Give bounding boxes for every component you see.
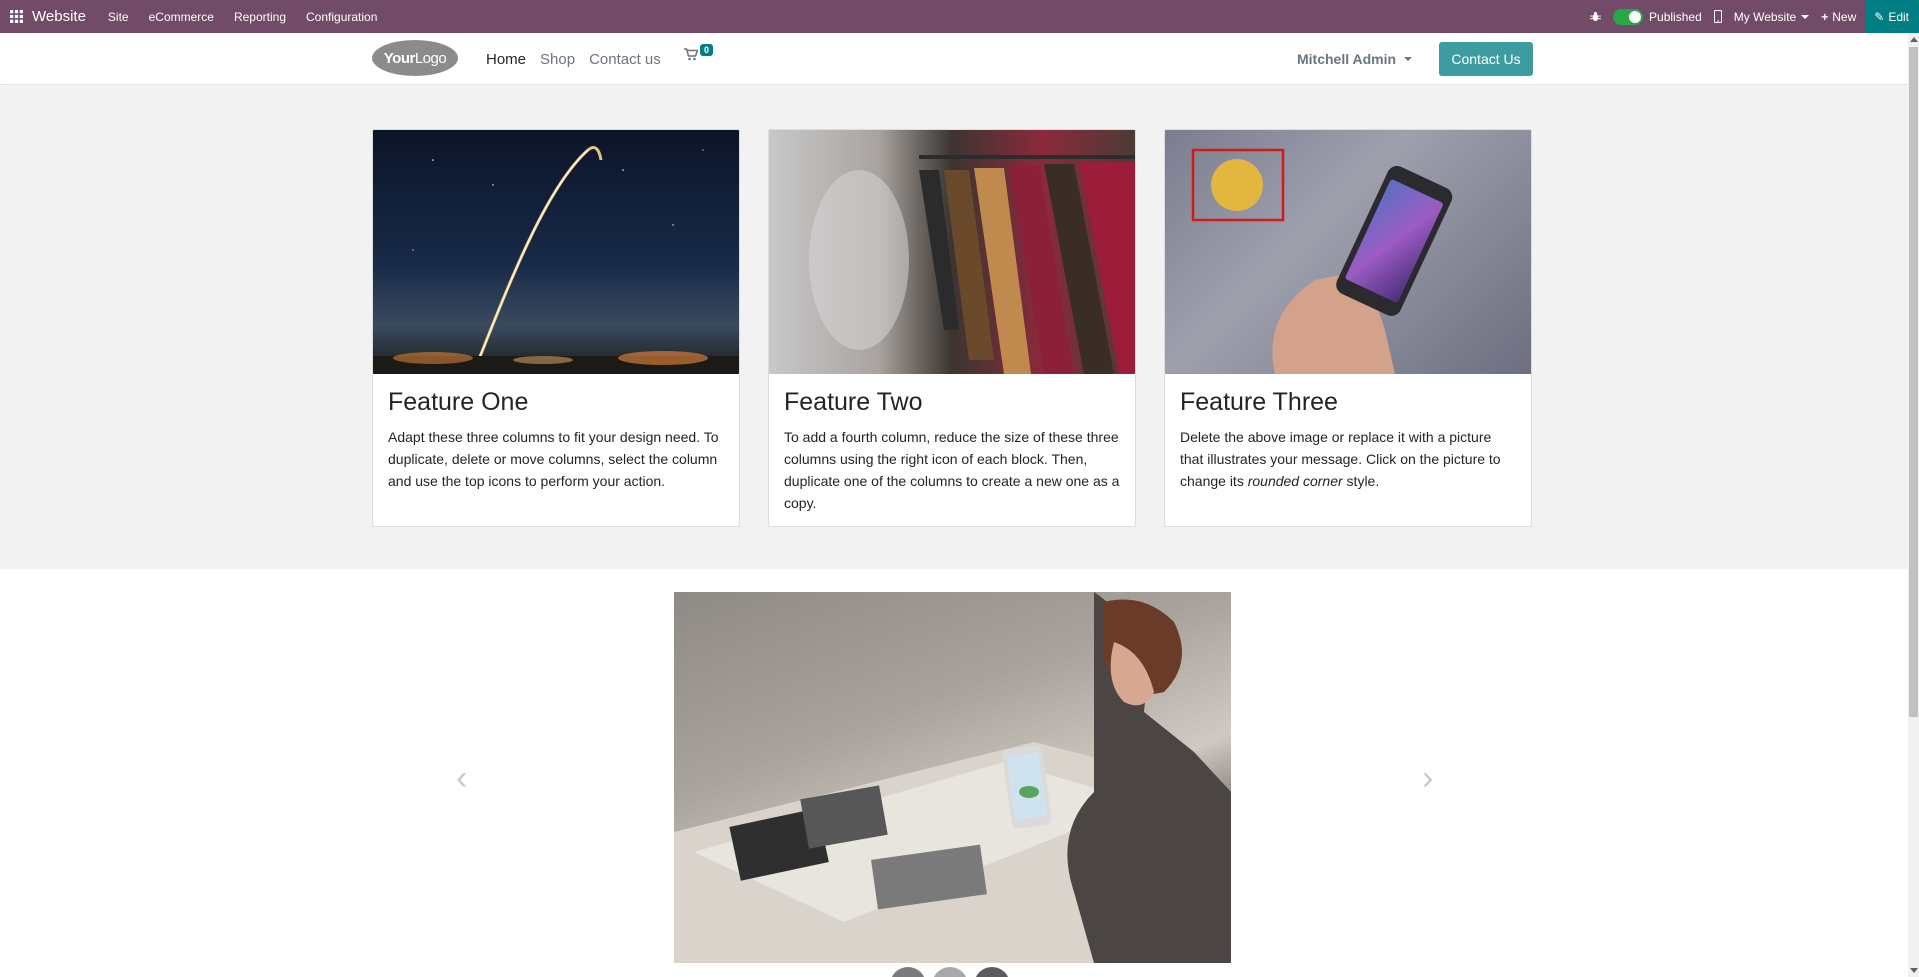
feature-three-text: Delete the above image or replace it wit…	[1180, 426, 1516, 492]
carousel-thumbnail[interactable]	[974, 967, 1010, 977]
cart-link[interactable]: 0	[684, 44, 714, 66]
menu-reporting[interactable]: Reporting	[234, 10, 286, 24]
carousel-prev-icon[interactable]: ‹	[456, 761, 467, 795]
published-label: Published	[1649, 9, 1702, 24]
plus-icon: +	[1821, 9, 1829, 24]
phone-in-hand-image[interactable]	[1165, 130, 1531, 374]
cart-icon	[684, 48, 699, 61]
menu-configuration[interactable]: Configuration	[306, 10, 377, 24]
feature-card-two[interactable]: Feature Two To add a fourth column, redu…	[768, 129, 1136, 527]
feature-two-title: Feature Two	[784, 388, 923, 416]
cart-count-badge: 0	[700, 44, 714, 56]
carousel-thumbnail[interactable]	[890, 967, 926, 977]
carousel-thumbnail[interactable]	[932, 967, 968, 977]
rocket-launch-image[interactable]	[373, 130, 739, 374]
website-switcher-label: My Website	[1733, 9, 1797, 24]
user-menu[interactable]: Mitchell Admin	[1297, 33, 1413, 85]
scrollbar-thumb[interactable]	[1909, 47, 1918, 717]
site-header: Your Logo Home Shop Contact us 0 Mitchell…	[0, 33, 1908, 85]
logo-text: Logo	[414, 49, 447, 67]
admin-toolbar: Website Site eCommerce Reporting Configu…	[0, 0, 1919, 33]
clothing-rack-image[interactable]	[769, 130, 1135, 374]
feature-three-text-end: style.	[1342, 473, 1380, 489]
edit-button[interactable]: ✎ Edit	[1866, 0, 1919, 33]
carousel-next-icon[interactable]: ›	[1422, 761, 1433, 795]
new-content-button[interactable]: + New	[1821, 10, 1856, 24]
image-gallery-section: ‹ ›	[0, 569, 1908, 977]
apps-menu-icon[interactable]	[0, 0, 32, 33]
chevron-down-icon	[1404, 57, 1413, 61]
carousel-thumbnails	[890, 967, 1010, 977]
chevron-down-icon	[1801, 14, 1810, 19]
nav-contact-us[interactable]: Contact us	[589, 51, 661, 68]
published-switch[interactable]	[1613, 8, 1644, 25]
published-toggle[interactable]: Published	[1613, 8, 1702, 25]
feature-three-title: Feature Three	[1180, 388, 1338, 416]
app-brand[interactable]: Website	[32, 8, 86, 25]
debug-bug-icon[interactable]	[1590, 11, 1602, 22]
contact-us-button[interactable]: Contact Us	[1439, 42, 1533, 76]
nav-shop[interactable]: Shop	[540, 51, 575, 68]
main-nav: Home Shop Contact us	[486, 33, 675, 85]
nav-home[interactable]: Home	[486, 51, 526, 68]
feature-one-text: Adapt these three columns to fit your de…	[388, 429, 719, 489]
feature-card-one[interactable]: Feature One Adapt these three columns to…	[372, 129, 740, 527]
pencil-icon: ✎	[1874, 9, 1885, 24]
menu-ecommerce[interactable]: eCommerce	[149, 10, 214, 24]
features-section: Feature One Adapt these three columns to…	[0, 86, 1908, 569]
feature-card-three[interactable]: Feature Three Delete the above image or …	[1164, 129, 1532, 527]
user-name: Mitchell Admin	[1297, 51, 1397, 67]
logo-text-bold: Your	[383, 49, 416, 67]
carousel-slide-image[interactable]	[674, 592, 1231, 963]
edit-label: Edit	[1888, 9, 1909, 24]
menu-site[interactable]: Site	[108, 10, 129, 24]
site-logo[interactable]: Your Logo	[372, 40, 458, 76]
scroll-up-arrow-icon[interactable]	[1910, 37, 1918, 42]
feature-three-text-emphasis: rounded corner	[1247, 473, 1343, 489]
feature-two-text: To add a fourth column, reduce the size …	[784, 429, 1120, 511]
page-scrollbar[interactable]	[1908, 33, 1919, 977]
website-switcher[interactable]: My Website	[1733, 9, 1810, 24]
new-content-label: New	[1832, 9, 1857, 24]
scroll-down-arrow-icon[interactable]	[1910, 968, 1918, 973]
mobile-preview-icon[interactable]	[1713, 10, 1722, 23]
feature-one-title: Feature One	[388, 388, 529, 416]
